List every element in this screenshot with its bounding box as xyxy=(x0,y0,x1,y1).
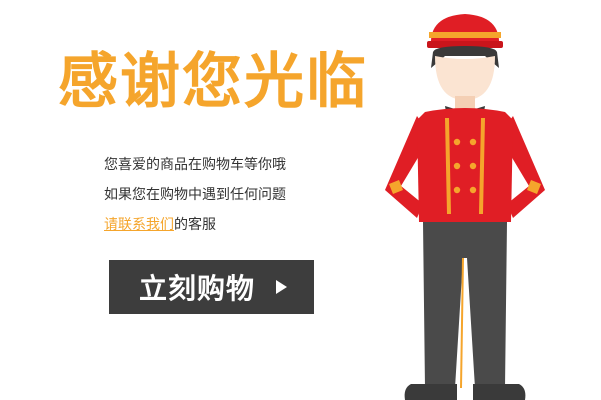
message-line-1: 您喜爱的商品在购物车等你哦 xyxy=(104,157,286,173)
message-block: 您喜爱的商品在购物车等你哦 如果您在购物中遇到任何问题 请联系我们的客服 xyxy=(104,158,334,248)
thank-you-page: 感谢您光临 您喜爱的商品在购物车等你哦 如果您在购物中遇到任何问题 请联系我们的… xyxy=(0,0,601,400)
bellhop-trousers xyxy=(423,222,507,388)
bellhop-neck xyxy=(455,96,475,110)
shop-now-button[interactable]: 立刻购物 xyxy=(109,260,314,314)
message-line-3: 请联系我们的客服 xyxy=(104,218,334,248)
shop-now-label: 立刻购物 xyxy=(139,272,256,305)
bellhop-illustration xyxy=(385,14,545,400)
bellhop-face xyxy=(435,56,495,100)
chevron-right-icon xyxy=(276,280,288,294)
bellhop-shoe-left xyxy=(404,384,457,400)
bellhop-jacket xyxy=(417,108,513,222)
message-line-3-suffix: 的客服 xyxy=(174,217,216,233)
contact-us-link[interactable]: 请联系我们 xyxy=(104,217,174,233)
headline: 感谢您光临 xyxy=(58,47,368,117)
message-line-2: 如果您在购物中遇到任何问题 xyxy=(104,187,286,203)
bellhop-shoe-right xyxy=(473,384,526,400)
bellhop-hat xyxy=(427,14,503,48)
